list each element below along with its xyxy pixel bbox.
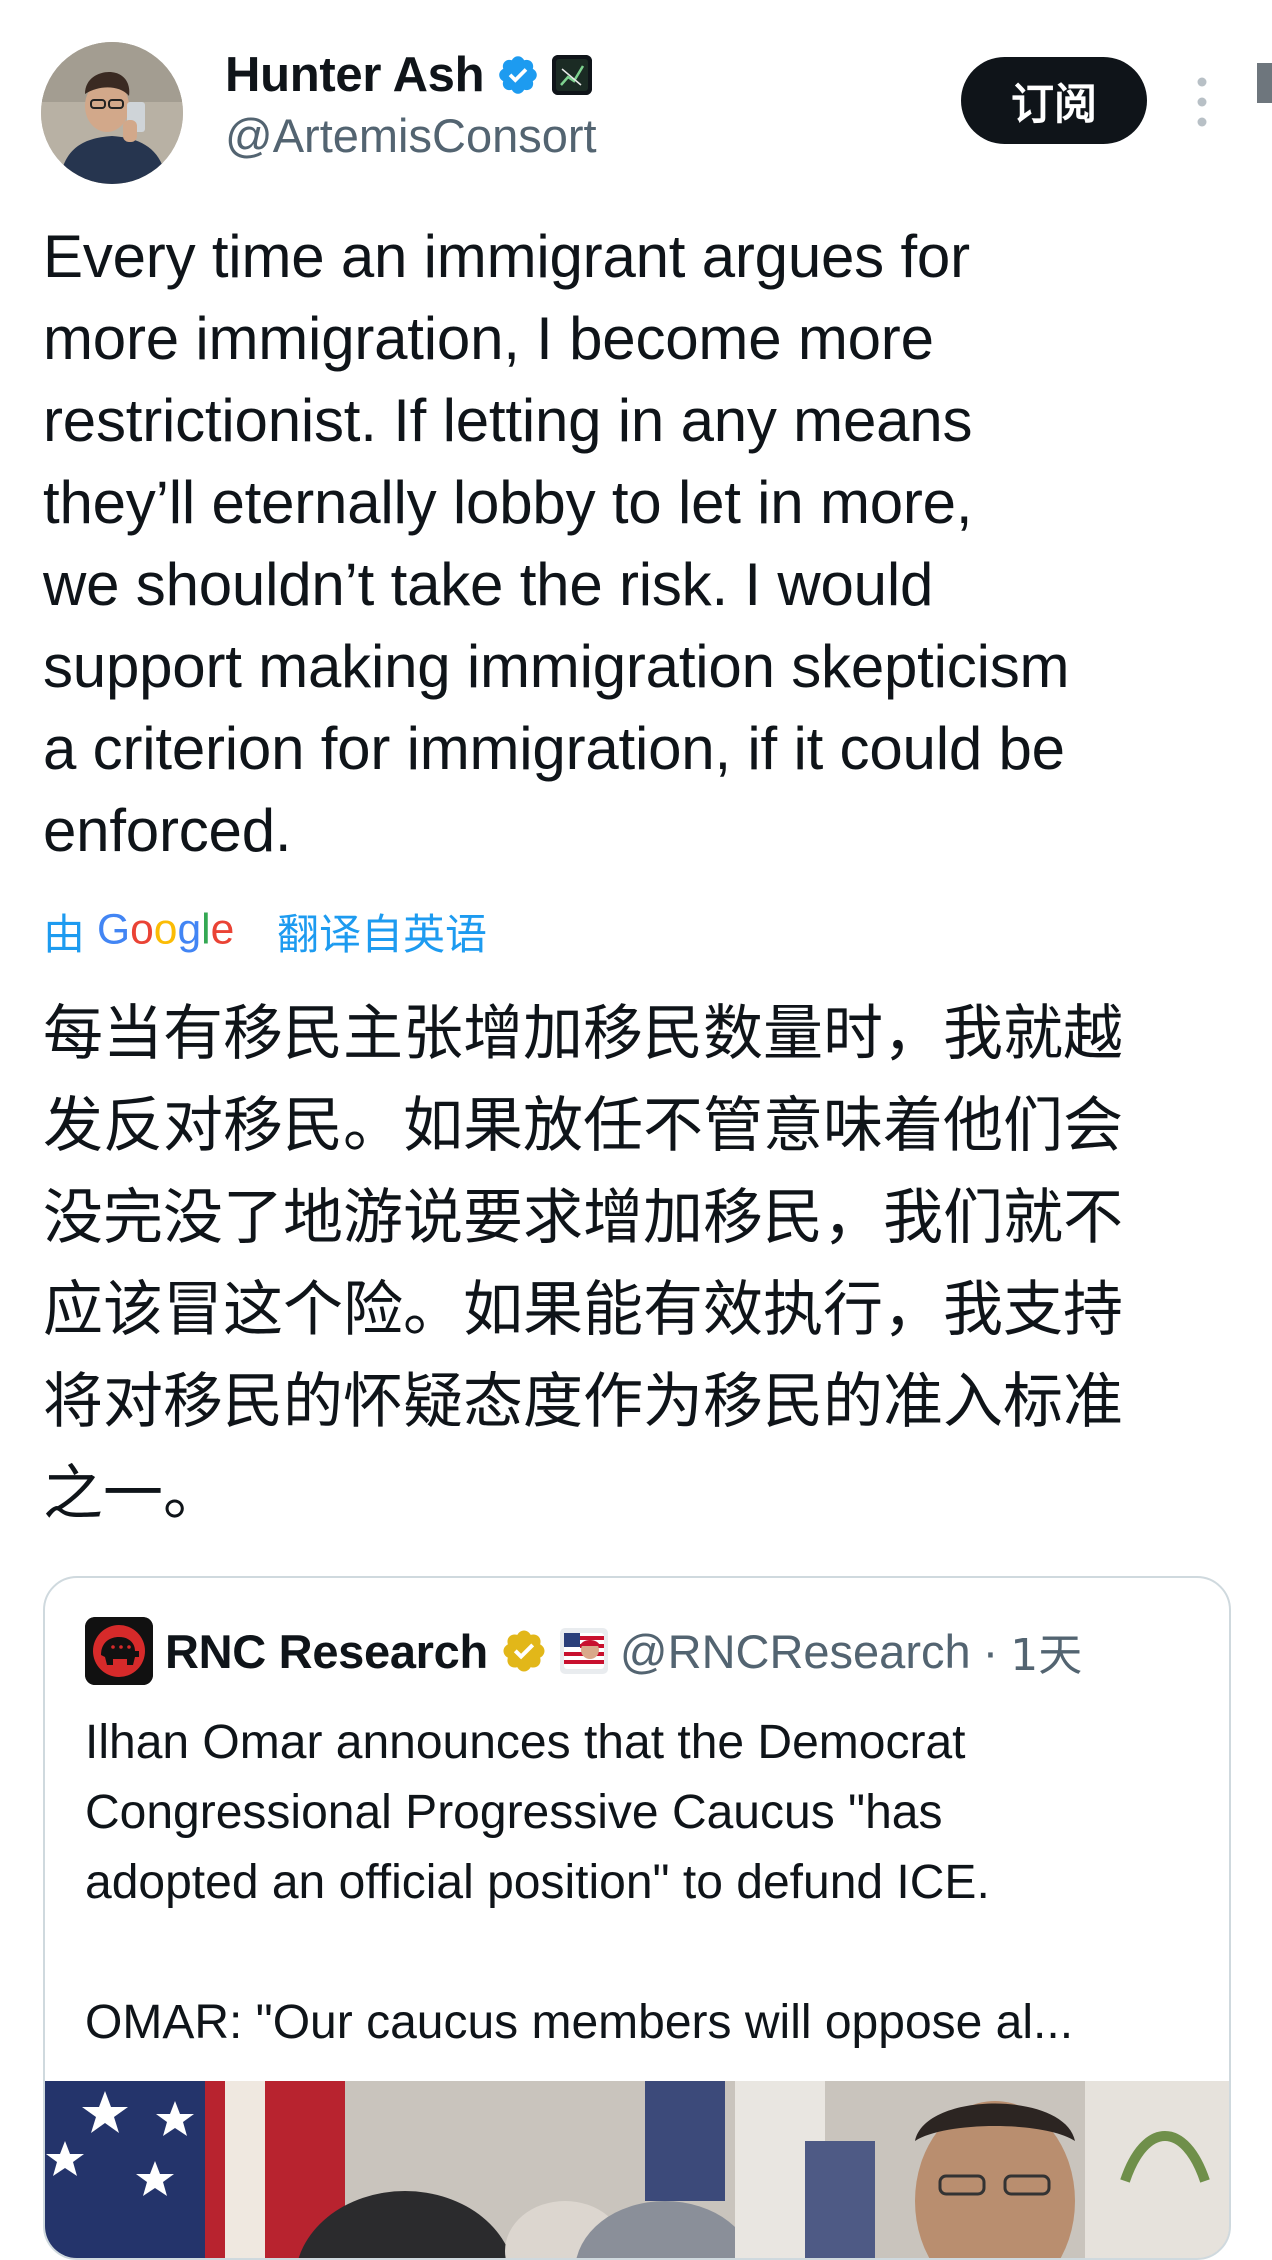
translation-prefix: 由 [43,909,86,959]
author-handle[interactable]: @ArtemisConsort [225,108,597,163]
translated-text-line: 发反对移民。如果放任不管意味着他们会 [43,1091,1123,1161]
quoted-separator: · [982,1624,999,1678]
translated-text-line: 没完没了地游说要求增加移民，我们就不 [43,1183,1123,1253]
tweet-text-line: a criterion for immigration, if it could… [43,715,1065,782]
translated-text-line: 应该冒这个险。如果能有效执行，我支持 [43,1275,1123,1345]
translated-text-line: 每当有移民主张增加移民数量时，我就越 [43,999,1123,1069]
verified-badge-icon[interactable] [496,53,540,97]
translated-text: 每当有移民主张增加移民数量时，我就越 发反对移民。如果放任不管意味着他们会 没完… [43,988,1233,1540]
tweet-header: Hunter Ash @ArtemisConsort 订阅 [0,0,1272,184]
tweet-text: Every time an immigrant argues for more … [43,216,1233,872]
translation-suffix: 翻译自英语 [277,909,488,959]
author-display-name[interactable]: Hunter Ash [225,47,485,103]
quoted-tweet-text: Ilhan Omar announces that the Democrat C… [85,1708,1205,2058]
tweet-text-line: restrictionist. If letting in any means [43,387,973,454]
quoted-tweet-header: RNC Research @RNCResearch · 1天 [85,1616,1082,1686]
tweet-text-line: enforced. [43,797,292,864]
tweet-text-line: we shouldn’t take the risk. I would [43,551,934,618]
affiliate-badge-icon[interactable] [552,55,593,95]
author-name-row: Hunter Ash [225,44,593,106]
tweet-text-line: Every time an immigrant argues for [43,223,970,290]
subscribe-button[interactable]: 订阅 [961,57,1147,144]
translated-text-line: 之一。 [43,1459,223,1529]
quoted-tweet-media[interactable] [45,2081,1229,2258]
quoted-text-line: adopted an official position" to defund … [85,1856,990,1909]
google-wordmark: Google [97,905,234,953]
quoted-tweet-card[interactable]: RNC Research @RNCResearch · 1天 Ilhan Oma… [43,1576,1231,2260]
quoted-text-line [85,1918,1205,1988]
quoted-text-line: Congressional Progressive Caucus "has [85,1786,943,1839]
affiliate-flag-icon[interactable] [559,1628,608,1674]
tweet-text-line: more immigration, I become more [43,305,934,372]
quoted-text-line: Ilhan Omar announces that the Democrat [85,1716,966,1769]
gold-verified-badge-icon[interactable] [500,1627,548,1675]
scroll-edge-marker [1257,63,1272,103]
tweet-text-line: they’ll eternally lobby to let in more, [43,469,973,536]
author-avatar[interactable] [41,42,183,184]
more-vertical-icon[interactable] [1188,72,1216,132]
google-logo-icon: Google [97,905,234,953]
translated-text-line: 将对移民的怀疑态度作为移民的准入标准 [43,1367,1123,1437]
quoted-author-avatar[interactable] [85,1617,153,1685]
quoted-author-handle[interactable]: @RNCResearch [620,1624,971,1679]
translation-attribution[interactable]: 由 Google 翻译自英语 [43,898,487,964]
quoted-author-name[interactable]: RNC Research [165,1624,488,1679]
avatar-photo [41,42,183,184]
quoted-media-image [45,2081,1229,2258]
tweet-text-line: support making immigration skepticism [43,633,1070,700]
quoted-timestamp[interactable]: 1天 [1010,1619,1082,1683]
quoted-text-line: OMAR: "Our caucus members will oppose al… [85,1996,1074,2049]
